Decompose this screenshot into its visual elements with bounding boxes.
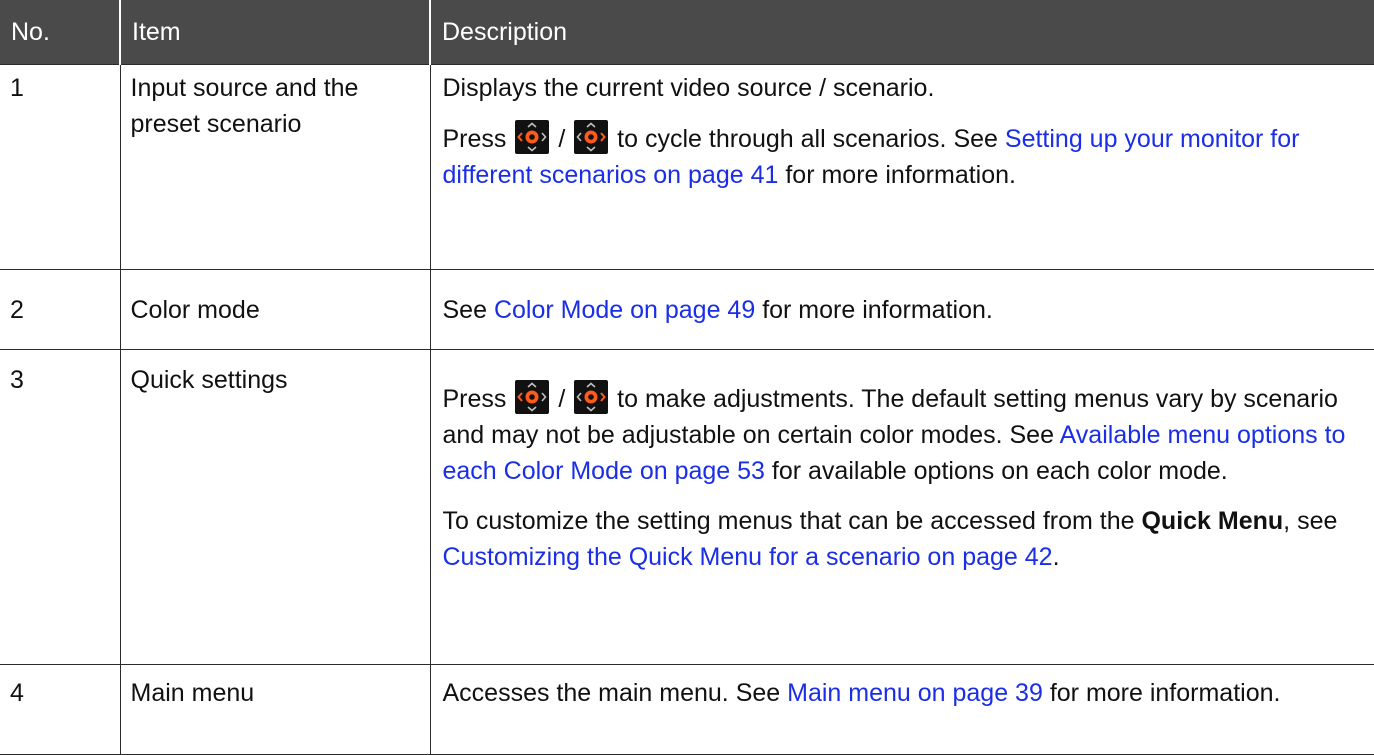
controller-left-highlight-icon [515,380,550,414]
text-segment: See [442,296,487,324]
row-number: 3 [0,349,121,665]
bold-term: Quick Menu [1141,507,1284,535]
text-segment: Press [442,125,507,153]
row-number: 1 [0,64,121,270]
text-segment: . [1052,543,1060,571]
table-row: 2 Color mode See Color Mode on page 49 f… [0,269,1374,350]
row-item: Main menu [119,664,431,755]
table-row: 1 Input source and the preset scenario D… [0,64,1374,270]
table-header-row: No. Item Description [0,0,1374,65]
text-segment: To customize the setting menus that can … [442,507,1135,535]
row-item: Color mode [119,269,431,350]
row-item: Quick settings [119,349,431,665]
row-description: Press / to make adjustments. The default… [429,349,1374,665]
text-segment: to cycle through all scenarios. See [617,125,998,153]
table-row: 4 Main menu Accesses the main menu. See … [0,664,1374,755]
description-table: No. Item Description 1 Input source and … [0,0,1374,755]
description-paragraph: To customize the setting menus that can … [443,503,1363,575]
link-color-mode[interactable]: Color Mode on page 49 [494,296,755,324]
text-segment: for more information. [785,161,1016,189]
description-paragraph: Press / [443,380,1363,489]
controller-left-highlight-icon [515,120,550,154]
text-segment: for available options on each color mode… [771,457,1228,485]
row-number: 2 [0,269,121,350]
text-segment: for more information. [1049,679,1281,707]
link-main-menu[interactable]: Main menu on page 39 [787,679,1043,707]
row-description: Accesses the main menu. See Main menu on… [429,664,1374,755]
text-segment: for more information. [762,296,993,324]
controller-right-highlight-icon [574,120,609,154]
link-customizing-quick-menu[interactable]: Customizing the Quick Menu for a scenari… [443,543,1053,571]
header-no: No. [0,0,120,65]
description-paragraph: Displays the current video source / scen… [442,74,935,102]
text-segment: Press [442,385,507,413]
header-item: Item [119,0,430,65]
description-paragraph: Press / [443,120,1363,193]
controller-right-highlight-icon [574,380,609,414]
table-row: 3 Quick settings Press / to make adjustm… [0,349,1374,665]
text-segment: , see [1283,507,1338,535]
row-description: See Color Mode on page 49 for more infor… [429,269,1374,350]
header-description: Description [429,0,1374,65]
text-segment: / [558,385,566,413]
text-segment: / [558,125,566,153]
row-number: 4 [0,664,121,755]
row-description: Displays the current video source / scen… [429,64,1374,270]
row-item: Input source and the preset scenario [119,64,431,270]
text-segment: Accesses the main menu. See [442,679,781,707]
